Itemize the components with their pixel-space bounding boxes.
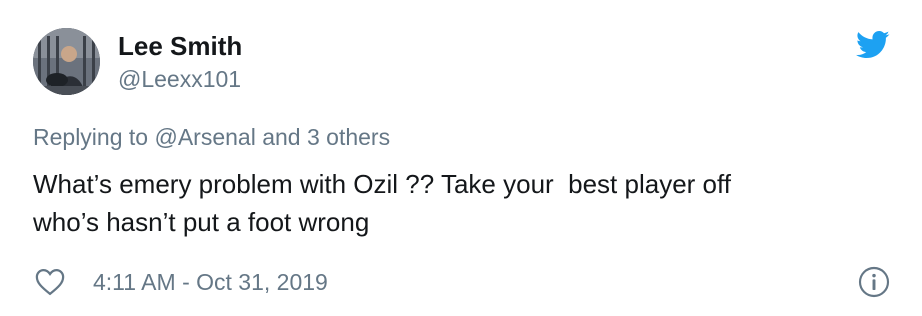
info-icon[interactable] xyxy=(858,266,890,298)
timestamp[interactable]: 4:11 AM - Oct 31, 2019 xyxy=(93,266,328,298)
replying-to: Replying to @Arsenal and 3 others xyxy=(33,121,390,153)
mention-link[interactable]: @Arsenal xyxy=(154,124,255,150)
twitter-bird-icon[interactable] xyxy=(856,30,890,60)
tweet-card: Lee Smith @Leexx101 Replying to @Arsenal… xyxy=(0,0,922,316)
avatar-photo xyxy=(33,28,100,95)
tweet-text: What’s emery problem with Ozil ?? Take y… xyxy=(33,169,731,237)
replying-to-prefix: Replying to xyxy=(33,124,155,150)
avatar[interactable] xyxy=(33,28,100,95)
user-handle[interactable]: @Leexx101 xyxy=(118,64,241,94)
heart-icon[interactable] xyxy=(35,268,65,296)
display-name[interactable]: Lee Smith xyxy=(118,30,242,62)
replying-to-others[interactable]: and 3 others xyxy=(256,124,390,150)
